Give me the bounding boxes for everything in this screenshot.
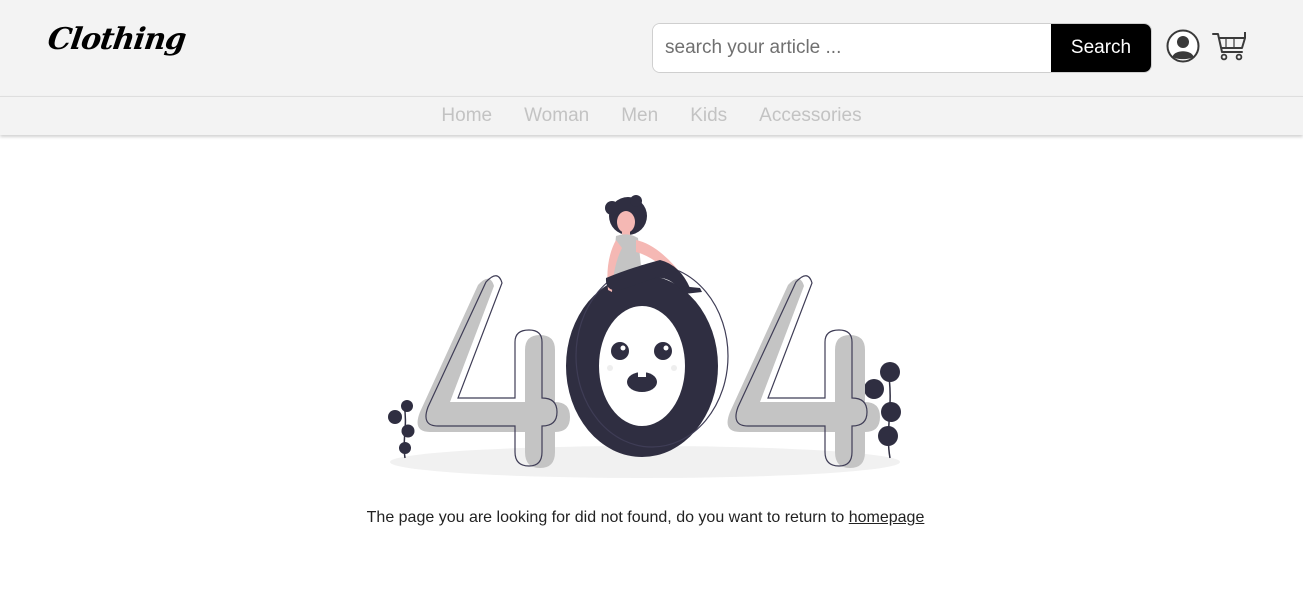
cart-icon[interactable]	[1212, 30, 1248, 62]
header: Clothing Search	[0, 0, 1303, 96]
error-message: The page you are looking for did not fou…	[0, 509, 1291, 527]
nav-item-kids[interactable]: Kids	[690, 105, 727, 127]
left-four-digit	[417, 275, 570, 468]
error-message-text: The page you are looking for did not fou…	[366, 509, 849, 526]
404-illustration	[388, 195, 901, 478]
center-zero-digit	[566, 264, 729, 457]
right-four-digit	[727, 275, 880, 468]
homepage-link[interactable]: homepage	[849, 509, 925, 526]
search-input[interactable]	[653, 24, 1051, 72]
account-icon[interactable]	[1166, 29, 1200, 63]
left-eye-icon	[611, 342, 629, 360]
right-eye-icon	[654, 342, 672, 360]
nav-item-accessories[interactable]: Accessories	[759, 105, 861, 127]
nav-item-men[interactable]: Men	[621, 105, 658, 127]
left-plant-icon	[388, 400, 415, 459]
search-button[interactable]: Search	[1051, 24, 1151, 72]
nav-item-woman[interactable]: Woman	[524, 105, 589, 127]
nav-item-home[interactable]: Home	[441, 105, 492, 127]
logo[interactable]: Clothing	[46, 22, 188, 57]
main-nav: Home Woman Men Kids Accessories	[0, 96, 1303, 135]
search-bar: Search	[652, 23, 1152, 73]
